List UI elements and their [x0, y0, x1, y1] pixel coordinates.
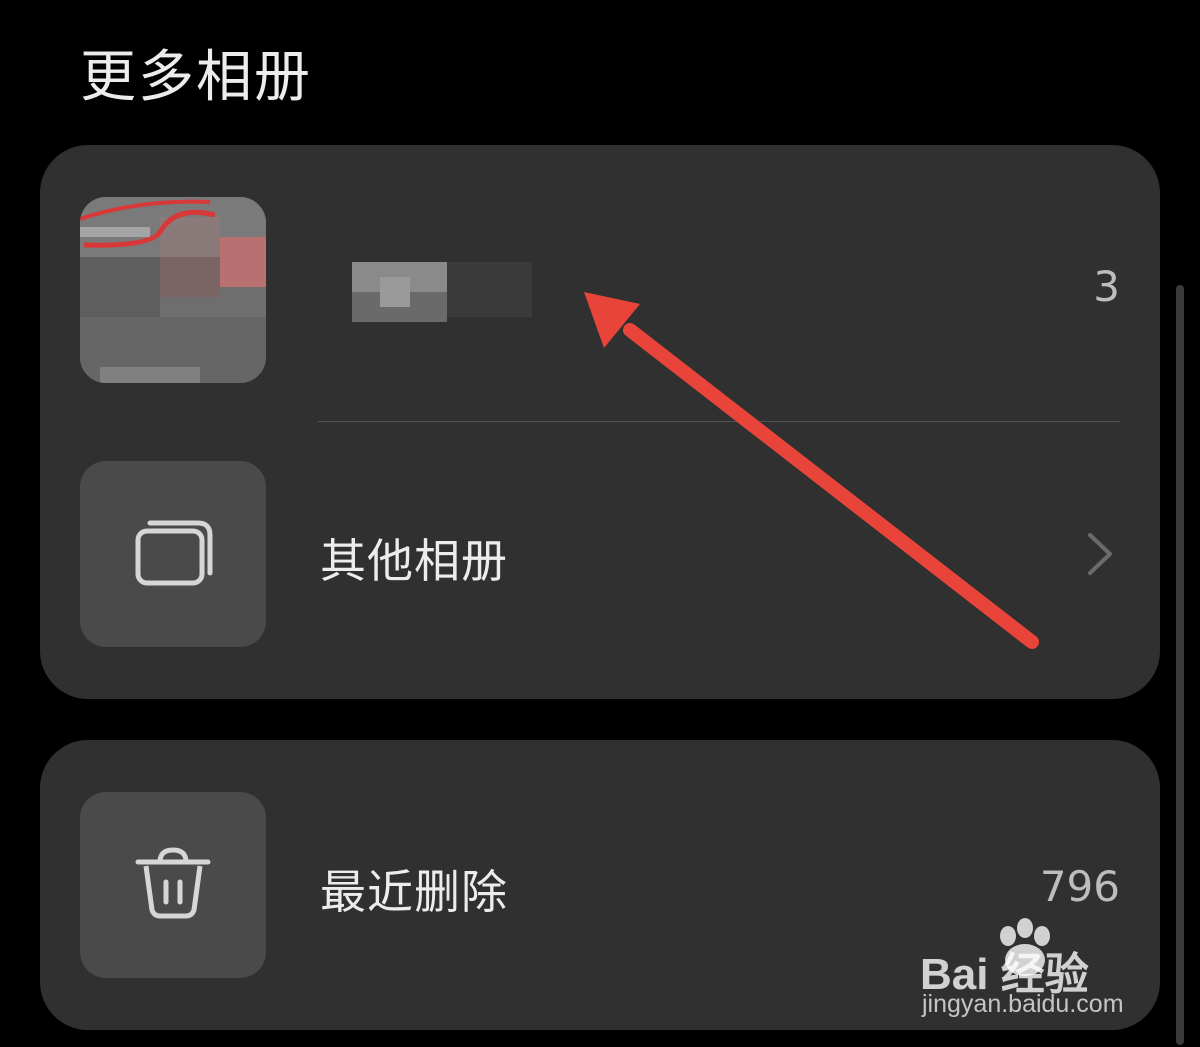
- baidu-watermark: Bai 经验 jingyan.baidu.com: [920, 918, 1150, 1028]
- more-albums-page: 更多相册 3 其他相册 最近删除 796 Bai 经验 jingyan.baid…: [0, 0, 1200, 1047]
- watermark-url: jingyan.baidu.com: [922, 990, 1124, 1018]
- annotation-arrow: [584, 292, 1039, 649]
